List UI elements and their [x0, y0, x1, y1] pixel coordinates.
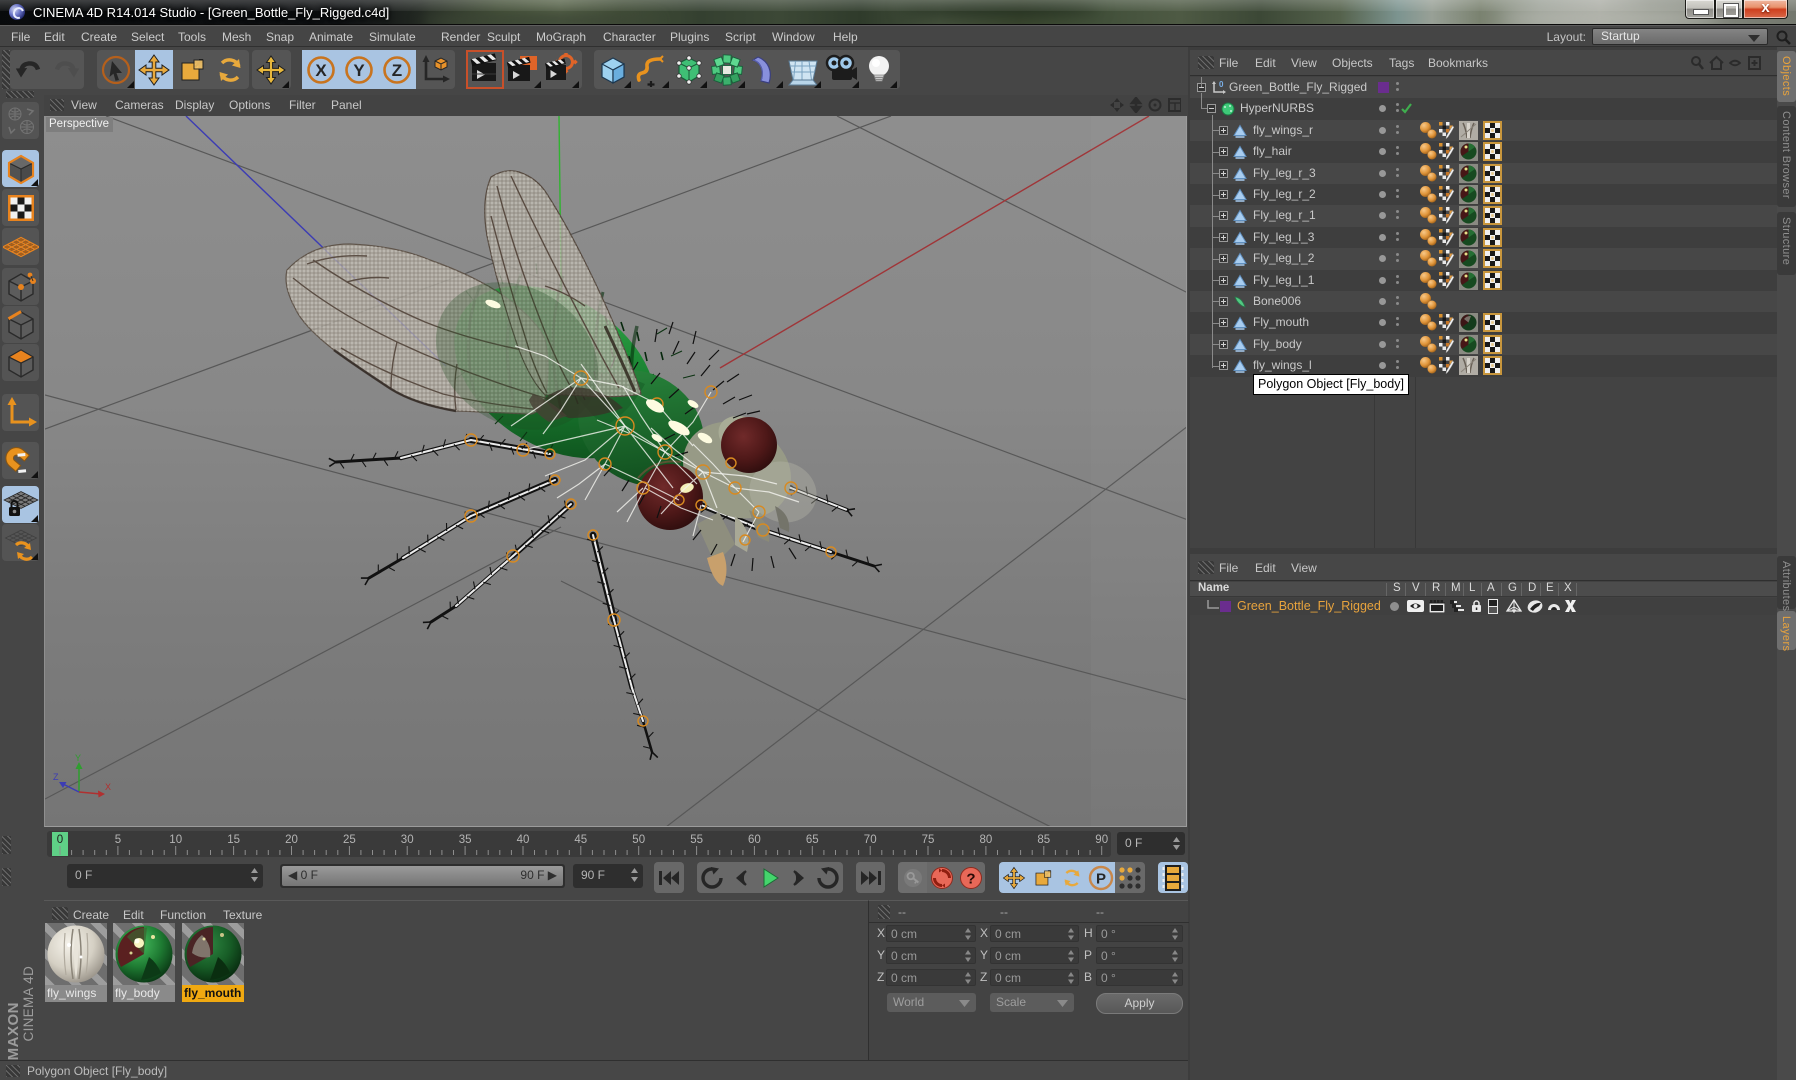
svg-text:60: 60: [748, 834, 761, 846]
svg-text:40: 40: [517, 834, 530, 846]
svg-text:65: 65: [806, 834, 819, 846]
svg-text:5: 5: [115, 834, 121, 846]
svg-text:35: 35: [459, 834, 472, 846]
svg-text:50: 50: [632, 834, 645, 846]
svg-text:X: X: [315, 61, 327, 80]
svg-text:70: 70: [864, 834, 877, 846]
svg-text:0: 0: [1219, 80, 1224, 89]
svg-text:Y: Y: [75, 753, 81, 763]
svg-text:15: 15: [227, 834, 240, 846]
svg-text:85: 85: [1037, 834, 1050, 846]
svg-text:45: 45: [574, 834, 587, 846]
svg-text:90: 90: [1095, 834, 1108, 846]
svg-text:Y: Y: [353, 61, 365, 80]
svg-text:20: 20: [285, 834, 298, 846]
svg-text:80: 80: [980, 834, 993, 846]
svg-text:75: 75: [922, 834, 935, 846]
svg-text:X: X: [105, 782, 111, 792]
svg-text:10: 10: [169, 834, 182, 846]
svg-text:0: 0: [57, 834, 63, 846]
svg-text:Z: Z: [53, 772, 59, 782]
svg-text:Z: Z: [392, 61, 402, 80]
svg-text:30: 30: [401, 834, 414, 846]
svg-text:P: P: [1095, 870, 1105, 887]
svg-text:55: 55: [690, 834, 703, 846]
svg-text:?: ?: [966, 870, 975, 887]
svg-text:25: 25: [343, 834, 356, 846]
